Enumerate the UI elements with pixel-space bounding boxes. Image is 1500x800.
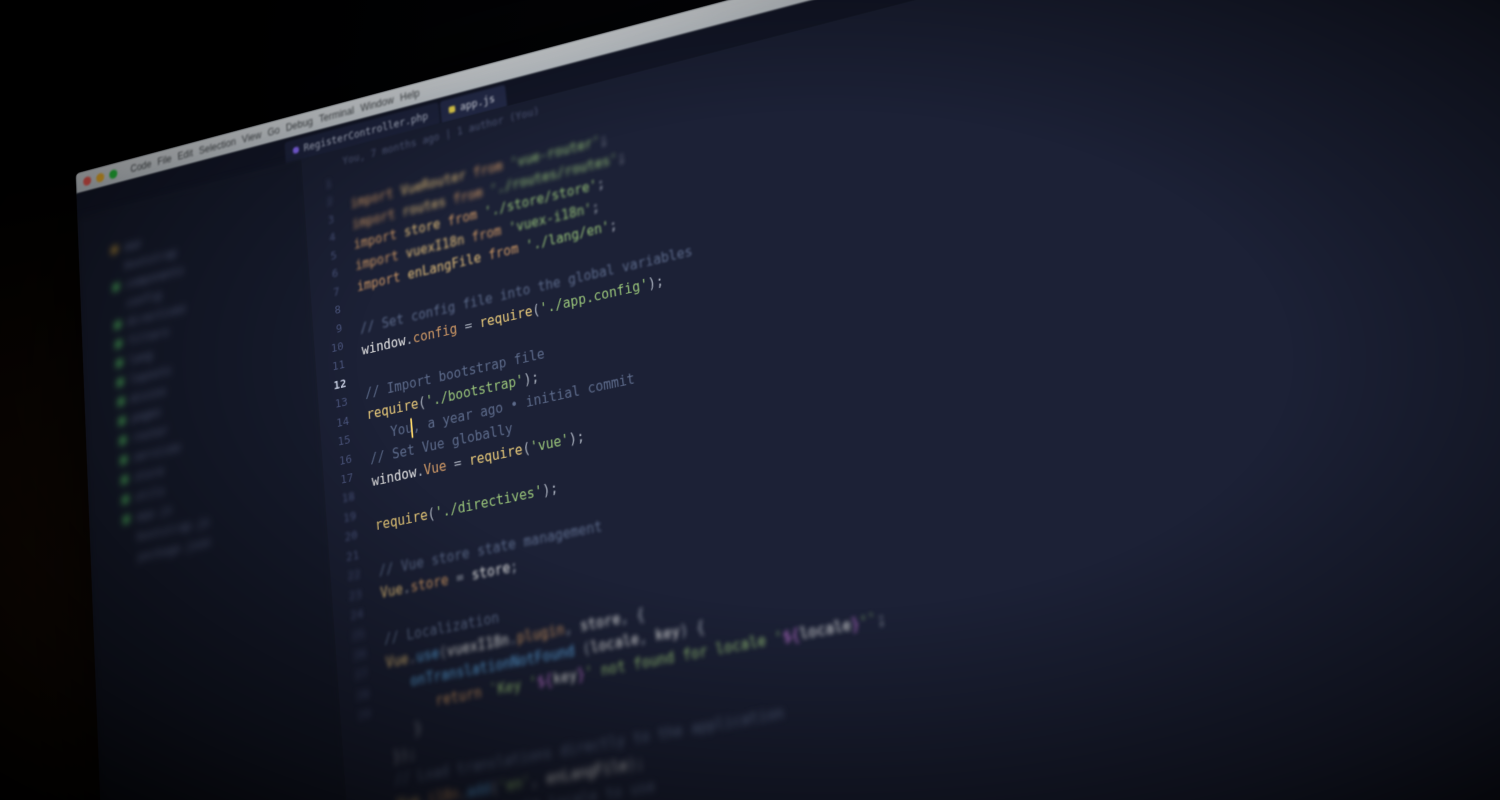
menu-item[interactable]: Debug	[285, 115, 313, 133]
git-status-icon	[123, 515, 130, 524]
git-status-icon	[116, 359, 123, 368]
code-editor[interactable]: You, 7 months ago | 1 author (You) 12345…	[301, 0, 1500, 800]
php-file-icon	[293, 146, 300, 154]
zoom-icon[interactable]	[109, 168, 117, 179]
git-status-icon	[118, 397, 125, 406]
git-status-icon	[118, 416, 125, 425]
git-status-icon	[122, 495, 129, 504]
menu-item[interactable]: Code	[130, 158, 152, 175]
js-file-icon	[448, 105, 455, 113]
menu-item[interactable]: Go	[267, 124, 280, 138]
git-status-icon	[115, 339, 122, 348]
git-status-icon	[121, 475, 128, 484]
git-status-icon	[124, 535, 131, 544]
git-status-icon	[111, 245, 118, 254]
menu-item[interactable]: File	[157, 153, 172, 168]
menu-item[interactable]: View	[242, 129, 262, 145]
git-status-icon	[120, 456, 127, 465]
menu-item[interactable]: Help	[400, 87, 420, 104]
file-name: lang	[128, 349, 152, 367]
file-name: app	[123, 237, 141, 254]
git-status-icon	[113, 283, 120, 292]
git-status-icon	[117, 378, 124, 387]
editor-window: Code File Edit Selection View Go Debug T…	[76, 0, 1500, 800]
git-status-icon	[114, 320, 121, 329]
git-status-icon	[119, 436, 126, 445]
minimize-icon[interactable]	[96, 172, 104, 183]
git-status-icon	[112, 264, 119, 273]
close-icon[interactable]	[83, 175, 91, 186]
git-status-icon	[113, 302, 120, 311]
menu-item[interactable]: Edit	[177, 147, 193, 162]
git-status-icon	[124, 555, 131, 564]
